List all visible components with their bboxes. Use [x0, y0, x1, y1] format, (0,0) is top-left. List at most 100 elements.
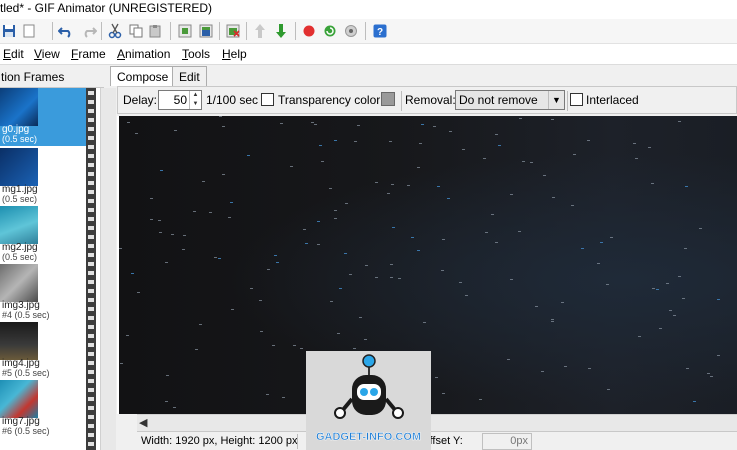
- frames-panel-title: tion Frames: [1, 70, 65, 84]
- menu-view[interactable]: View: [34, 47, 60, 61]
- canvas-speck: [717, 299, 720, 300]
- canvas-speck: [390, 277, 393, 278]
- frame-item[interactable]: img4.jpg #5 (0.5 sec): [0, 322, 88, 380]
- robot-mascot-icon: [334, 354, 404, 419]
- frame-item[interactable]: img3.jpg #4 (0.5 sec): [0, 264, 88, 322]
- toolbar-separator: [295, 22, 296, 40]
- transparency-checkbox[interactable]: [261, 93, 274, 106]
- canvas-speck: [459, 282, 462, 283]
- canvas-speck: [441, 270, 444, 271]
- watermark-text: GADGET-INFO.COM: [315, 431, 422, 443]
- canvas-horizontal-scrollbar[interactable]: ◀: [137, 414, 737, 431]
- frame-thumbnail: [0, 88, 38, 126]
- save-icon[interactable]: [0, 22, 18, 40]
- removal-select[interactable]: Do not remove ▼: [455, 90, 565, 110]
- stop-icon[interactable]: [342, 22, 360, 40]
- menu-help[interactable]: Help: [222, 47, 247, 61]
- canvas-speck: [495, 242, 498, 243]
- canvas-speck: [510, 194, 513, 195]
- film-hole: [88, 262, 94, 266]
- canvas-speck: [571, 205, 574, 206]
- delete-frame-icon[interactable]: [224, 22, 242, 40]
- frame-item[interactable]: g0.jpg (0.5 sec): [0, 88, 88, 146]
- canvas-speck: [678, 276, 681, 277]
- film-hole: [88, 235, 94, 239]
- stepper-arrows-icon[interactable]: ▲ ▼: [189, 91, 201, 109]
- canvas-speck: [165, 401, 168, 402]
- canvas-speck: [648, 147, 651, 148]
- record-icon[interactable]: [300, 22, 318, 40]
- frame-item[interactable]: img7.jpg #6 (0.5 sec): [0, 380, 88, 438]
- canvas-speck: [345, 203, 348, 204]
- canvas-speck: [686, 368, 689, 369]
- frame-thumbnail: [0, 380, 38, 418]
- canvas-speck: [267, 269, 270, 270]
- canvas-speck: [699, 228, 702, 229]
- menu-edit[interactable]: Edit: [3, 47, 24, 61]
- paste-icon[interactable]: [146, 22, 164, 40]
- canvas-speck: [214, 257, 217, 258]
- add-frame-icon[interactable]: [197, 22, 215, 40]
- help-icon[interactable]: ?: [371, 22, 389, 40]
- frame-thumbnail: [0, 264, 38, 302]
- frame-duration: #5 (0.5 sec): [2, 368, 50, 378]
- insert-frame-icon[interactable]: [176, 22, 194, 40]
- tab-compose[interactable]: Compose: [110, 66, 176, 86]
- cut-icon[interactable]: [106, 22, 124, 40]
- menu-tools[interactable]: Tools: [182, 47, 210, 61]
- chevron-down-icon: ▼: [548, 91, 564, 109]
- frames-scrollbar[interactable]: [100, 88, 116, 450]
- canvas-speck: [173, 407, 176, 408]
- film-hole: [88, 226, 94, 230]
- canvas-speck: [522, 161, 525, 162]
- canvas-speck: [293, 345, 296, 346]
- canvas-speck: [131, 273, 134, 274]
- canvas-speck: [272, 345, 275, 346]
- redo-icon[interactable]: [80, 22, 98, 40]
- delay-stepper[interactable]: 50 ▲ ▼: [158, 90, 202, 110]
- undo-icon[interactable]: [57, 22, 75, 40]
- canvas-speck: [485, 232, 488, 233]
- tab-edit[interactable]: Edit: [172, 66, 207, 86]
- film-hole: [88, 442, 94, 446]
- film-strip-decoration: [86, 88, 96, 450]
- canvas-speck: [334, 210, 337, 211]
- canvas-speck: [581, 248, 584, 249]
- menu-animation[interactable]: Animation: [117, 47, 170, 61]
- film-hole: [88, 253, 94, 257]
- copy-icon[interactable]: [127, 22, 145, 40]
- offset-y-field[interactable]: 0px: [482, 433, 532, 450]
- film-hole: [88, 172, 94, 176]
- canvas-speck: [195, 349, 198, 350]
- film-hole: [88, 217, 94, 221]
- move-down-icon[interactable]: [272, 22, 290, 40]
- canvas-speck: [635, 158, 638, 159]
- film-hole: [88, 109, 94, 113]
- interlaced-checkbox[interactable]: [570, 93, 583, 106]
- transparency-color-swatch[interactable]: [381, 92, 395, 106]
- canvas-speck: [685, 186, 688, 187]
- frame-item[interactable]: mg1.jpg (0.5 sec): [0, 148, 88, 206]
- canvas-speck: [398, 278, 401, 279]
- canvas-speck: [411, 237, 414, 238]
- film-hole: [88, 280, 94, 284]
- canvas-speck: [666, 283, 669, 284]
- canvas-speck: [561, 302, 564, 303]
- status-bar: Width: 1920 px, Height: 1200 px Offset Y…: [137, 431, 737, 450]
- props-separator: [567, 91, 568, 111]
- move-up-icon[interactable]: [251, 22, 269, 40]
- canvas-speck: [633, 143, 636, 144]
- canvas-speck: [359, 317, 362, 318]
- scroll-left-icon[interactable]: ◀: [139, 416, 147, 429]
- canvas-speck: [317, 221, 320, 222]
- refresh-icon[interactable]: [321, 22, 339, 40]
- canvas-speck: [182, 249, 185, 250]
- canvas-speck: [334, 140, 337, 141]
- canvas-speck: [126, 335, 129, 336]
- canvas-speck: [684, 248, 687, 249]
- frame-item[interactable]: mg2.jpg (0.5 sec): [0, 206, 88, 264]
- canvas-speck: [587, 140, 590, 141]
- menu-frame[interactable]: Frame: [71, 47, 106, 61]
- canvas-speck: [160, 170, 163, 171]
- blank-icon[interactable]: [20, 22, 38, 40]
